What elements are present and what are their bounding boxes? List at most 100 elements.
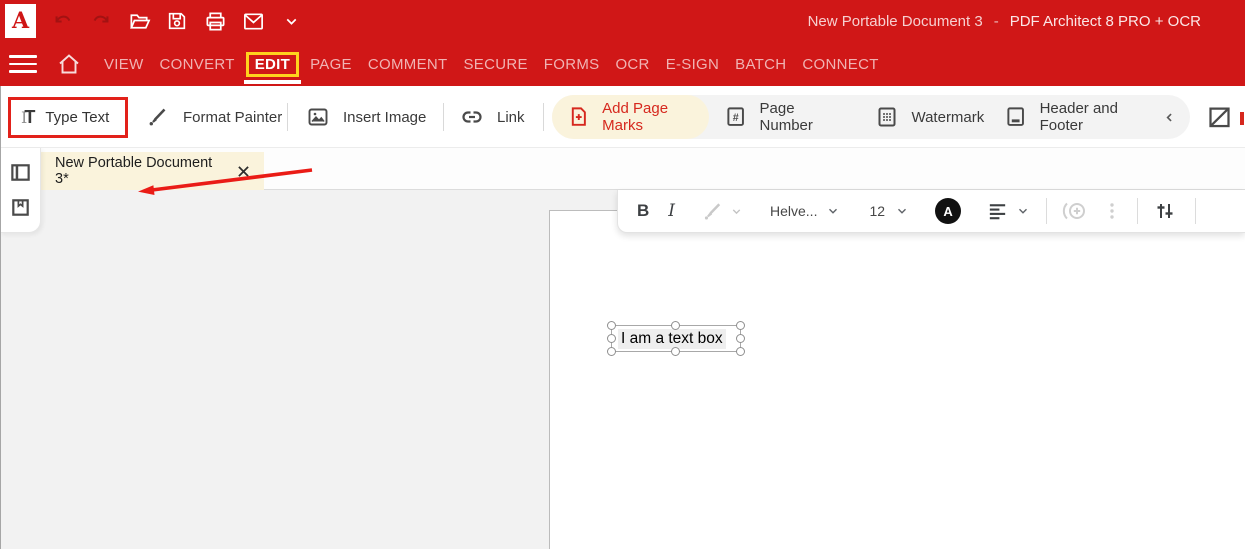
save-icon bbox=[166, 10, 188, 32]
insert-image-button[interactable]: Insert Image bbox=[306, 86, 426, 148]
open-file-button[interactable] bbox=[122, 4, 156, 38]
link-label: Link bbox=[497, 109, 525, 126]
tab-comment[interactable]: COMMENT bbox=[368, 56, 448, 73]
tab-page[interactable]: PAGE bbox=[310, 56, 352, 73]
more-commands-button[interactable] bbox=[274, 4, 308, 38]
tab-connect[interactable]: CONNECT bbox=[802, 56, 878, 73]
chevron-down-icon bbox=[730, 205, 743, 218]
resize-handle-se[interactable] bbox=[736, 347, 745, 356]
highlighter-button[interactable] bbox=[700, 199, 725, 224]
tab-esign[interactable]: E-SIGN bbox=[666, 56, 719, 73]
page-number-icon: # bbox=[724, 105, 747, 129]
pdf-page[interactable] bbox=[549, 210, 1245, 549]
window-title: New Portable Document 3 - PDF Architect … bbox=[808, 0, 1201, 42]
highlighter-options-button[interactable] bbox=[730, 205, 743, 218]
print-icon bbox=[204, 10, 227, 33]
ribbon-bar: VIEW CONVERT EDIT PAGE COMMENT SECURE FO… bbox=[0, 42, 1245, 86]
format-painter-icon bbox=[146, 105, 170, 129]
side-panel bbox=[0, 148, 41, 233]
resize-handle-w[interactable] bbox=[607, 334, 616, 343]
font-color-letter: A bbox=[943, 204, 952, 219]
chevron-down-icon bbox=[895, 204, 909, 218]
tab-ocr[interactable]: OCR bbox=[615, 56, 649, 73]
title-bar: A bbox=[0, 0, 1245, 42]
circle-plus-icon bbox=[1060, 199, 1090, 223]
tab-view[interactable]: VIEW bbox=[104, 56, 144, 73]
document-tab[interactable]: New Portable Document 3* bbox=[40, 152, 264, 190]
header-footer-button[interactable]: Header and Footer bbox=[1004, 100, 1162, 134]
link-button[interactable]: Link bbox=[460, 86, 525, 148]
page-number-button[interactable]: # Page Number bbox=[724, 100, 849, 134]
window-left-border bbox=[0, 86, 1, 549]
font-size-select[interactable]: 12 bbox=[869, 203, 909, 219]
resize-handle-e[interactable] bbox=[736, 334, 745, 343]
tab-forms[interactable]: FORMS bbox=[544, 56, 600, 73]
redo-icon bbox=[90, 10, 112, 32]
redo-button[interactable] bbox=[84, 4, 118, 38]
mail-icon bbox=[242, 10, 265, 33]
type-text-icon: I T bbox=[21, 107, 35, 128]
print-button[interactable] bbox=[198, 4, 232, 38]
watermark-button[interactable]: Watermark bbox=[875, 105, 984, 129]
document-tab-label: New Portable Document 3* bbox=[55, 155, 220, 187]
undo-button[interactable] bbox=[46, 4, 80, 38]
whiteout-button[interactable] bbox=[1206, 103, 1233, 130]
toolbar-separator bbox=[1046, 198, 1047, 224]
chevron-down-icon bbox=[826, 204, 840, 218]
close-tab-button[interactable] bbox=[235, 163, 252, 180]
menu-button[interactable] bbox=[9, 53, 37, 75]
toolbar-separator bbox=[1137, 198, 1138, 224]
email-button[interactable] bbox=[236, 4, 270, 38]
align-left-icon bbox=[986, 200, 1009, 223]
toolbar-separator bbox=[1195, 198, 1196, 224]
tab-batch[interactable]: BATCH bbox=[735, 56, 786, 73]
font-family-select[interactable]: Helve... bbox=[770, 203, 840, 219]
document-tab-bar: New Portable Document 3* bbox=[0, 148, 1245, 190]
home-button[interactable] bbox=[57, 52, 81, 76]
bold-button[interactable]: B bbox=[637, 201, 649, 221]
page-number-label: Page Number bbox=[760, 100, 850, 134]
font-color-button[interactable]: A bbox=[935, 198, 961, 224]
save-button[interactable] bbox=[160, 4, 194, 38]
highlighter-icon bbox=[700, 199, 725, 224]
panel-toggle-button[interactable] bbox=[9, 161, 32, 184]
resize-handle-s[interactable] bbox=[671, 347, 680, 356]
quick-access-toolbar bbox=[46, 4, 308, 38]
tab-convert[interactable]: CONVERT bbox=[160, 56, 235, 73]
link-icon bbox=[460, 105, 484, 129]
document-area: B I Helve... 12 bbox=[0, 190, 1245, 549]
folder-open-icon bbox=[128, 10, 151, 33]
type-text-button[interactable]: I T Type Text bbox=[8, 97, 128, 138]
font-size-value: 12 bbox=[869, 203, 885, 219]
format-painter-label: Format Painter bbox=[183, 109, 282, 126]
group-edit-button[interactable] bbox=[1060, 199, 1090, 223]
font-family-value: Helve... bbox=[770, 203, 817, 219]
format-painter-button[interactable]: Format Painter bbox=[146, 86, 282, 148]
properties-button[interactable] bbox=[1153, 199, 1177, 223]
header-footer-label: Header and Footer bbox=[1040, 100, 1162, 134]
undo-icon bbox=[52, 10, 74, 32]
italic-button[interactable]: I bbox=[668, 201, 675, 221]
app-logo-letter: A bbox=[12, 8, 29, 34]
align-select[interactable] bbox=[986, 200, 1030, 223]
tab-edit[interactable]: EDIT bbox=[246, 52, 299, 77]
ribbon-tabs: VIEW CONVERT EDIT PAGE COMMENT SECURE FO… bbox=[104, 42, 879, 86]
text-box[interactable]: I am a text box bbox=[611, 325, 741, 352]
resize-handle-n[interactable] bbox=[671, 321, 680, 330]
resize-handle-nw[interactable] bbox=[607, 321, 616, 330]
toolbar-separator bbox=[443, 103, 444, 131]
text-box-content[interactable]: I am a text box bbox=[618, 329, 726, 349]
kebab-menu-icon bbox=[1103, 201, 1121, 221]
window-title-app: PDF Architect 8 PRO + OCR bbox=[1010, 13, 1201, 30]
collapse-group-button[interactable] bbox=[1162, 110, 1177, 125]
more-options-button[interactable] bbox=[1103, 201, 1121, 221]
bookmarks-panel-button[interactable] bbox=[9, 196, 32, 219]
home-icon bbox=[57, 52, 81, 76]
chevron-down-icon bbox=[1016, 204, 1030, 218]
resize-handle-sw[interactable] bbox=[607, 347, 616, 356]
tab-secure[interactable]: SECURE bbox=[463, 56, 527, 73]
text-format-toolbar: B I Helve... 12 bbox=[617, 190, 1245, 233]
add-page-marks-button[interactable]: Add Page Marks bbox=[552, 95, 709, 139]
resize-handle-ne[interactable] bbox=[736, 321, 745, 330]
header-footer-icon bbox=[1004, 105, 1027, 129]
